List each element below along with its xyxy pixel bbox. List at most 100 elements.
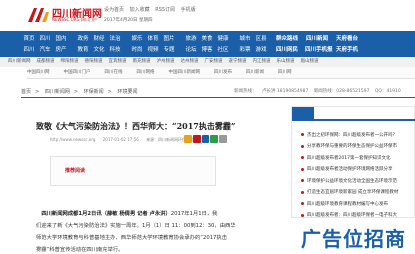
- partner-link[interactable]: 四川发布: [214, 70, 232, 75]
- nav-group: 论坛 博客 社区: [183, 45, 231, 55]
- recommended-reading-title: 推荐阅读: [65, 168, 86, 174]
- nav-item[interactable]: 教育: [75, 45, 91, 55]
- nav-item[interactable]: 旅游: [183, 34, 199, 44]
- channel-link[interactable]: 绵阳频道: [61, 59, 79, 64]
- hotline-qq: QQ：41910: [374, 89, 401, 94]
- nav-item[interactable]: 游戏: [253, 45, 269, 55]
- partner-link[interactable]: 四川新闻: [246, 70, 264, 75]
- bullet-icon: [301, 190, 304, 194]
- nav-item[interactable]: 四川网民: [275, 45, 299, 55]
- nav-item[interactable]: 房产: [53, 45, 69, 55]
- nav-item[interactable]: 天府看台: [335, 34, 359, 44]
- nav-item[interactable]: 四川: [21, 45, 37, 55]
- nav-item[interactable]: 区县: [253, 34, 269, 44]
- article-time: 2017-01-02 17:56: [102, 137, 139, 142]
- channel-link[interactable]: 宜宾频道: [109, 59, 127, 64]
- sidebar-news-item[interactable]: 四川超级发布者活动保护环境网络活跃分享: [301, 164, 413, 176]
- site-logo-icon[interactable]: [26, 6, 50, 24]
- nav-item[interactable]: 首页: [21, 34, 37, 44]
- nav-item[interactable]: 科技: [107, 45, 123, 55]
- channel-link[interactable]: 泸州频道: [157, 59, 175, 64]
- nav-item[interactable]: 四川: [37, 34, 53, 44]
- share-weibo-icon[interactable]: [192, 135, 201, 143]
- article-url[interactable]: http://www.newssc.org: [50, 137, 95, 142]
- partner-link[interactable]: 四川网络: [137, 70, 155, 75]
- nav-item[interactable]: 群众路线: [275, 34, 299, 44]
- channel-link[interactable]: 广安频道: [205, 59, 223, 64]
- sidebar-news-item[interactable]: 打造生态宜居环境新家园 成立享环保课程教材: [301, 187, 413, 199]
- bullet-icon: [301, 167, 304, 171]
- nav-item[interactable]: 法治: [107, 34, 123, 44]
- nav-item[interactable]: 文化: [91, 45, 107, 55]
- share-tqq-icon[interactable]: [201, 135, 210, 143]
- nav-item[interactable]: 四川新闻: [305, 34, 329, 44]
- nav-item[interactable]: 图片: [161, 34, 177, 44]
- channel-link[interactable]: 乐山频道: [277, 59, 295, 64]
- breadcrumb-subsection[interactable]: 环境要闻: [117, 89, 137, 95]
- hotline-number-2: 新闻热线：028-86521597: [313, 89, 370, 94]
- channel-link[interactable]: 成都频道: [37, 59, 55, 64]
- sidebar-news-title: 四川超级发布者活动保护环境网络活跃分享: [307, 167, 393, 173]
- sidebar-news-item[interactable]: 环境保护公益环境文化活动全国生态环境示范: [301, 175, 413, 187]
- channel-link[interactable]: 内江频道: [253, 59, 271, 64]
- nav-item[interactable]: 时尚: [129, 45, 145, 55]
- bullet-icon: [301, 144, 304, 148]
- nav-item[interactable]: 论坛: [183, 45, 199, 55]
- partner-link[interactable]: 中国四川新闻网: [169, 70, 201, 75]
- breadcrumb-site[interactable]: 四川新闻网: [45, 89, 70, 95]
- nav-item[interactable]: 城市: [237, 34, 253, 44]
- sidebar-header: [292, 107, 415, 121]
- sidebar-tab[interactable]: [292, 107, 314, 119]
- channel-link[interactable]: 眉山频道: [301, 59, 319, 64]
- nav-item[interactable]: 娱乐: [129, 34, 145, 44]
- nav-item[interactable]: 专题: [161, 45, 177, 55]
- channel-link[interactable]: 达州频道: [181, 59, 199, 64]
- breadcrumb-home[interactable]: 首页: [21, 89, 31, 95]
- partner-link[interactable]: 四川在线: [105, 70, 123, 75]
- channel-link[interactable]: 南充频道: [133, 59, 151, 64]
- nav-group: 四川网民: [275, 45, 299, 55]
- article-paragraph-line: 们迎来了新《大气污染防治法》实施一周年。1月（1）日 11：00到12：30，由…: [36, 223, 236, 229]
- set-homepage-link[interactable]: 设为首页: [104, 7, 124, 13]
- nav-item[interactable]: 社区: [215, 45, 231, 55]
- add-favorite-link[interactable]: 加入收藏: [130, 7, 150, 13]
- share-qzone-icon[interactable]: [184, 135, 192, 143]
- nav-item[interactable]: 汽车: [37, 45, 53, 55]
- nav-item[interactable]: 天府手机: [335, 45, 359, 55]
- share-buttons: [184, 135, 228, 144]
- partner-link[interactable]: 中国四川门户: [64, 70, 91, 75]
- channel-link[interactable]: 德阳频道: [85, 59, 103, 64]
- nav-item[interactable]: 四川手机报: [305, 45, 333, 55]
- sidebar-news-item[interactable]: 四川超级环境教育课程教材编写中心发布: [301, 198, 413, 210]
- article-paragraph-line: 四川新闻网成都1月2日讯（薛敏 杨倩男 记者 卢永洪）2017年1月1日，我: [41, 211, 218, 217]
- breadcrumb-section[interactable]: 环保新闻: [84, 89, 104, 95]
- nav-item[interactable]: 国内: [53, 34, 69, 44]
- nav-group: 彩票 游戏: [237, 45, 269, 55]
- partner-link[interactable]: 四川网: [278, 70, 292, 75]
- nav-item[interactable]: 政务: [75, 34, 91, 44]
- hotline-label: 新闻热线：: [234, 89, 257, 94]
- nav-item[interactable]: 财经: [91, 34, 107, 44]
- news-hotline: 新闻热线： 卢长洪 18190854987 新闻热线：028-86521597 …: [234, 88, 405, 94]
- advertisement-banner[interactable]: 广告位招商: [291, 219, 415, 254]
- nav-group: 旅游 美食 健康: [183, 34, 231, 44]
- share-wechat-icon[interactable]: [210, 135, 219, 143]
- nav-item[interactable]: 视频: [145, 45, 161, 55]
- nav-group: 群众路线: [275, 34, 299, 44]
- sidebar-news-title: 打造生态宜居环境新家园 成立享环保课程教材: [307, 190, 399, 196]
- nav-item[interactable]: 美食: [199, 34, 215, 44]
- channel-link[interactable]: 四川新闻网: [8, 59, 31, 64]
- sidebar-news-item[interactable]: 分享教环保与重要的环保生态保护公益环保市: [301, 141, 413, 153]
- sidebar-news-item[interactable]: 杰出之初环保网：四川超级发布者一公开吗？: [301, 129, 413, 141]
- nav-item[interactable]: 博客: [199, 45, 215, 55]
- partner-link[interactable]: 中国四川网: [27, 70, 50, 75]
- nav-item[interactable]: 彩票: [237, 45, 253, 55]
- share-more-icon[interactable]: [219, 135, 227, 143]
- mobile-link[interactable]: 手机版: [181, 7, 196, 13]
- nav-group: 首页 四川 国内: [21, 34, 69, 44]
- channel-link[interactable]: 遂宁频道: [229, 59, 247, 64]
- sidebar-news-item[interactable]: 四川超级发布者2017第一套保护知识文化: [301, 152, 413, 164]
- rss-link[interactable]: RSS订阅: [155, 7, 175, 13]
- nav-item[interactable]: 健康: [215, 34, 231, 44]
- nav-item[interactable]: 体育: [145, 34, 161, 44]
